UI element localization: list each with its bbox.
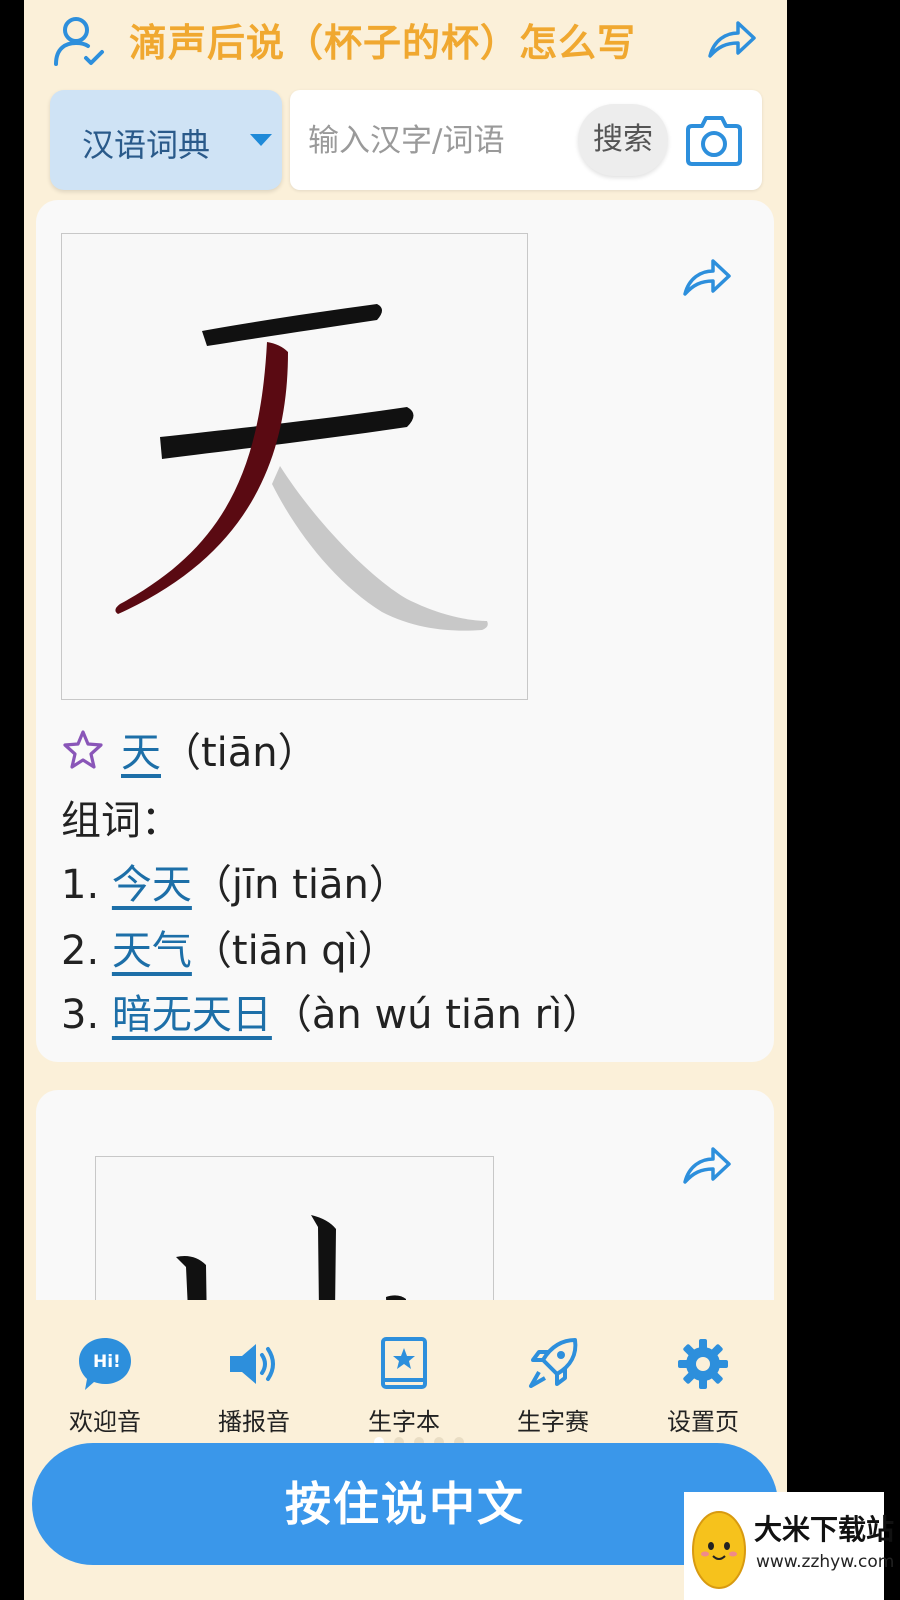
character-heading: 天（tiān） <box>61 720 318 778</box>
search-box: 搜索 <box>290 90 762 190</box>
page-title: 滴声后说（杯子的杯）怎么写 <box>129 21 637 65</box>
rocket-icon <box>529 1338 578 1388</box>
stroke-order-animation[interactable] <box>61 233 528 700</box>
nav-label: 播报音 <box>218 1408 290 1436</box>
word-index: 2. <box>61 928 100 974</box>
caret-down-icon <box>250 134 272 146</box>
character-card: 天（tiān） 组词： 1. 今天（jīn tiān） 2. 天气（tiān q… <box>36 200 774 1062</box>
word-index: 1. <box>61 862 100 908</box>
word-item: 3. 暗无天日（àn wú tiān rì） <box>61 982 602 1040</box>
word-link[interactable]: 今天 <box>112 862 192 908</box>
mascot-logo-icon <box>692 1511 746 1589</box>
character-strokes <box>115 304 488 631</box>
watermark: 大米下载站 www.zzhyw.com <box>684 1492 894 1600</box>
dictionary-select[interactable]: 汉语词典 <box>50 90 282 190</box>
word-link[interactable]: 天气 <box>112 928 192 974</box>
word-item: 1. 今天（jīn tiān） <box>61 852 409 910</box>
user-profile-icon[interactable] <box>50 12 106 68</box>
search-row: 汉语词典 搜索 <box>50 90 762 190</box>
speaker-icon <box>230 1344 275 1384</box>
word-item: 2. 天气（tiān qì） <box>61 918 398 976</box>
nav-item-broadcast[interactable]: 播报音 <box>194 1334 314 1437</box>
watermark-name: 大米下载站 <box>754 1513 895 1546</box>
nav-label: 生字赛 <box>517 1408 589 1436</box>
nav-item-settings[interactable]: 设置页 <box>643 1334 763 1437</box>
search-input[interactable] <box>306 112 560 170</box>
hold-to-speak-button[interactable]: 按住说中文 <box>32 1443 778 1565</box>
share-icon[interactable] <box>681 1142 733 1188</box>
gear-icon <box>678 1339 728 1389</box>
star-book-icon <box>381 1337 427 1389</box>
share-icon[interactable] <box>681 254 733 300</box>
favorite-star-icon[interactable] <box>61 728 105 772</box>
nav-item-wordbook[interactable]: 生字本 <box>344 1334 464 1437</box>
nav-item-contest[interactable]: 生字赛 <box>493 1334 613 1437</box>
svg-text:Hi!: Hi! <box>93 1352 121 1372</box>
words-label: 组词： <box>61 798 181 844</box>
nav-item-welcome[interactable]: Hi! 欢迎音 <box>45 1334 165 1437</box>
word-index: 3. <box>61 992 100 1038</box>
word-pinyin: （jīn tiān） <box>191 862 409 908</box>
hi-chat-icon: Hi! <box>79 1338 131 1390</box>
search-button[interactable]: 搜索 <box>578 104 668 176</box>
word-link[interactable]: 暗无天日 <box>112 992 272 1038</box>
character-pinyin: （tiān） <box>161 730 318 776</box>
app-screen: 滴声后说（杯子的杯）怎么写 汉语词典 搜索 <box>24 0 787 1600</box>
dictionary-select-label: 汉语词典 <box>82 126 211 164</box>
watermark-url: www.zzhyw.com <box>756 1552 895 1572</box>
word-pinyin: （àn wú tiān rì） <box>271 992 603 1038</box>
camera-icon[interactable] <box>684 112 744 168</box>
bottom-nav: Hi! 欢迎音 播报音 生字本 生字赛 设置页 <box>24 1300 787 1450</box>
nav-label: 设置页 <box>667 1408 739 1436</box>
share-icon[interactable] <box>706 16 758 62</box>
top-bar: 滴声后说（杯子的杯）怎么写 <box>24 0 787 80</box>
character-link[interactable]: 天 <box>121 730 161 776</box>
nav-label: 欢迎音 <box>69 1408 141 1436</box>
word-pinyin: （tiān qì） <box>191 928 398 974</box>
